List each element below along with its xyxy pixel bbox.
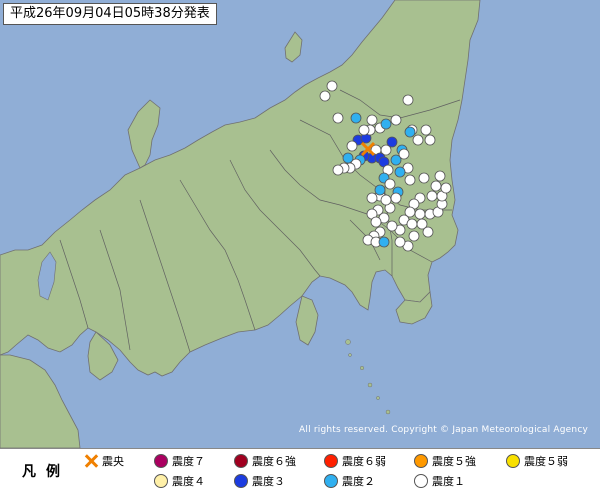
station-intensity-1: [398, 148, 410, 160]
page-title: 平成26年09月04日05時38分発表: [3, 3, 217, 25]
station-intensity-1: [370, 216, 382, 228]
legend-label: 震度２: [342, 475, 375, 488]
station-intensity-1: [380, 194, 392, 206]
intensity-map: 平成26年09月04日05時38分発表 All rights reserved.…: [0, 0, 600, 491]
station-intensity-1: [422, 226, 434, 238]
station-intensity-1: [426, 190, 438, 202]
intensity-5-lower-icon: [506, 454, 520, 468]
map-canvas: [0, 0, 600, 448]
legend-int2: 震度２: [324, 473, 375, 489]
station-intensity-2: [404, 126, 416, 138]
legend-int5l: 震度５弱: [506, 453, 568, 469]
intensity-3-icon: [234, 474, 248, 488]
station-intensity-1: [326, 80, 338, 92]
copyright-notice: All rights reserved. Copyright © Japan M…: [299, 425, 588, 435]
epicenter-icon: [84, 454, 98, 468]
station-intensity-1: [332, 164, 344, 176]
station-intensity-1: [412, 134, 424, 146]
legend-label: 震度５弱: [524, 455, 568, 468]
station-intensity-2: [380, 118, 392, 130]
station-intensity-1: [358, 124, 370, 136]
intensity-6-lower-icon: [324, 454, 338, 468]
station-intensity-1: [390, 192, 402, 204]
station-intensity-2: [342, 152, 354, 164]
legend-label: 震度６強: [252, 455, 296, 468]
legend-int1: 震度１: [414, 473, 465, 489]
intensity-7-icon: [154, 454, 168, 468]
station-intensity-1: [384, 178, 396, 190]
intensity-4-icon: [154, 474, 168, 488]
station-intensity-1: [319, 90, 331, 102]
legend: 凡例 震央 震度７ 震度６強 震度６弱 震度５強 震度５弱 震度４ 震度３ 震度…: [0, 448, 600, 491]
station-intensity-1: [418, 172, 430, 184]
station-intensity-1: [408, 230, 420, 242]
station-intensity-1: [386, 220, 398, 232]
legend-label: 震度４: [172, 475, 205, 488]
station-intensity-1: [434, 170, 446, 182]
legend-int7: 震度７: [154, 453, 205, 469]
legend-label: 震度７: [172, 455, 205, 468]
station-intensity-2: [350, 112, 362, 124]
legend-title: 凡例: [22, 464, 70, 480]
legend-int6l: 震度６弱: [324, 453, 386, 469]
station-intensity-1: [366, 114, 378, 126]
intensity-1-icon: [414, 474, 428, 488]
legend-label: 震央: [102, 455, 124, 468]
station-intensity-2: [374, 184, 386, 196]
legend-label: 震度５強: [432, 455, 476, 468]
station-intensity-1: [390, 114, 402, 126]
legend-int5u: 震度５強: [414, 453, 476, 469]
legend-label: 震度１: [432, 475, 465, 488]
station-intensity-1: [346, 140, 358, 152]
station-intensity-1: [424, 134, 436, 146]
legend-label: 震度６弱: [342, 455, 386, 468]
station-intensity-1: [404, 174, 416, 186]
station-intensity-1: [366, 192, 378, 204]
station-intensity-2: [394, 166, 406, 178]
intensity-6-upper-icon: [234, 454, 248, 468]
legend-label: 震度３: [252, 475, 285, 488]
station-intensity-1: [430, 180, 442, 192]
legend-int3: 震度３: [234, 473, 285, 489]
station-intensity-1: [440, 182, 452, 194]
station-intensity-1: [420, 124, 432, 136]
station-intensity-2: [378, 236, 390, 248]
station-intensity-1: [394, 236, 406, 248]
legend-int6u: 震度６強: [234, 453, 296, 469]
intensity-2-icon: [324, 474, 338, 488]
legend-int4: 震度４: [154, 473, 205, 489]
station-intensity-1: [406, 218, 418, 230]
station-intensity-1: [414, 208, 426, 220]
intensity-5-upper-icon: [414, 454, 428, 468]
station-intensity-1: [332, 112, 344, 124]
station-intensity-1: [402, 94, 414, 106]
legend-epicenter: 震央: [84, 453, 124, 469]
